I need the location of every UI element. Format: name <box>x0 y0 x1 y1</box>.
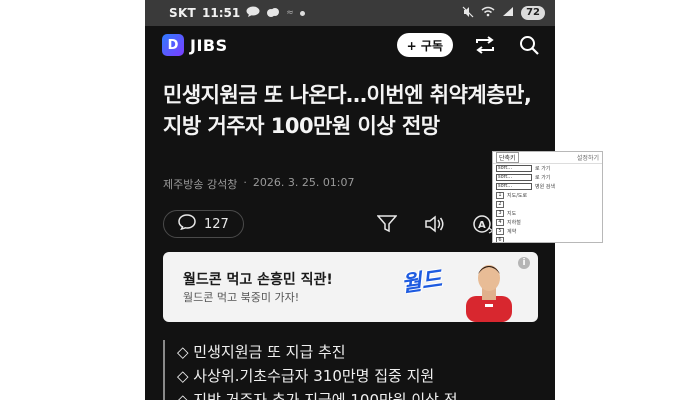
logo-name: JIBS <box>190 35 228 55</box>
svg-text:A: A <box>478 220 486 231</box>
popup-row-label: 로 가기 <box>535 166 551 172</box>
popup-input[interactable]: soft... <box>496 174 532 181</box>
app-logo[interactable]: D JIBS <box>162 34 228 56</box>
popup-row[interactable]: soft... 병원 검색 <box>493 182 602 191</box>
popup-row[interactable]: soft... 로 가기 <box>493 164 602 173</box>
meta-separator: · <box>243 176 247 189</box>
subscribe-button[interactable]: + 구독 <box>396 33 453 57</box>
battery-indicator: 72 <box>521 6 545 20</box>
message-icon <box>246 6 260 20</box>
ad-brand-logo: 월드 <box>399 267 444 298</box>
popup-header: 단축키 설정하기 <box>493 152 602 164</box>
shortcut-popup: 단축키 설정하기 soft... 로 가기 soft... 로 가기 soft.… <box>492 151 603 243</box>
ad-info-icon[interactable]: i <box>518 257 530 269</box>
popup-key: 1 <box>496 192 504 199</box>
popup-key: 3 <box>496 210 504 217</box>
popup-row[interactable]: 1 지도/도로 <box>493 191 602 200</box>
popup-settings-link[interactable]: 설정하기 <box>577 153 599 162</box>
wifi-icon <box>481 6 495 20</box>
notification-dot-icon <box>299 10 305 16</box>
summary-item: ◇ 민생지원금 또 지급 추진 <box>177 343 346 361</box>
popup-row-label: 로 가기 <box>535 175 551 181</box>
popup-row[interactable]: 4 지하철 <box>493 218 602 227</box>
popup-row[interactable]: soft... 로 가기 <box>493 173 602 182</box>
signal-icon <box>502 6 514 20</box>
summary-list: ◇ 민생지원금 또 지급 추진 ◇ 사상위.기초수급자 310만명 집중 지원 … <box>163 340 543 400</box>
article-meta: 제주방송 강석창 · 2026. 3. 25. 01:07 <box>163 176 355 192</box>
ad-title: 월드콘 먹고 손흥민 직관! <box>183 272 333 288</box>
popup-key: 6 <box>496 237 504 242</box>
comment-count: 127 <box>204 216 229 232</box>
summary-filter-icon[interactable] <box>375 212 399 236</box>
ad-athlete-image <box>452 260 526 322</box>
popup-row[interactable]: 5 계약 <box>493 227 602 236</box>
wave-icon: ≈ <box>286 8 294 18</box>
search-icon[interactable] <box>517 33 541 57</box>
ad-subtitle: 월드콘 먹고 북중미 가자! <box>183 291 300 304</box>
carrier-label: SKT <box>169 6 197 20</box>
summary-item: ◇ 지방 거주자 추가 지급에 100만원 이상 전 <box>177 391 458 400</box>
app-bar: D JIBS + 구독 <box>145 26 555 64</box>
logo-mark-icon: D <box>162 34 184 56</box>
status-bar: SKT 11:51 ≈ 72 <box>145 0 555 26</box>
popup-row-label: 지도/도로 <box>507 193 528 199</box>
popup-row[interactable]: 3 지도 <box>493 209 602 218</box>
article-source[interactable]: 제주방송 강석창 <box>163 176 237 192</box>
clock: 11:51 <box>202 6 241 20</box>
article-date: 2026. 3. 25. 01:07 <box>252 176 355 189</box>
popup-input[interactable]: soft... <box>496 165 532 172</box>
popup-row[interactable]: 2 <box>493 200 602 209</box>
share-icon[interactable] <box>473 33 497 57</box>
mute-icon <box>462 6 474 21</box>
popup-key: 5 <box>496 228 504 235</box>
text-to-speech-icon[interactable] <box>423 212 447 236</box>
comments-button[interactable]: 127 <box>163 210 244 238</box>
popup-input[interactable]: soft... <box>496 183 532 190</box>
article-toolbar: 127 A 가+ <box>163 210 543 238</box>
popup-row-label: 병원 검색 <box>535 184 555 190</box>
popup-row-label: 지하철 <box>507 220 521 226</box>
advertisement-banner[interactable]: 월드콘 먹고 손흥민 직관! 월드콘 먹고 북중미 가자! 월드 i <box>163 252 538 322</box>
popup-row[interactable]: 6 <box>493 236 602 242</box>
popup-title: 단축키 <box>496 152 519 163</box>
popup-row-label: 계약 <box>507 229 517 235</box>
popup-key: 4 <box>496 219 504 226</box>
popup-key: 2 <box>496 201 504 208</box>
summary-item: ◇ 사상위.기초수급자 310만명 집중 지원 <box>177 367 435 385</box>
cloud-icon <box>266 6 280 20</box>
article-headline: 민생지원금 또 나온다…이번엔 취약계층만, 지방 거주자 100만원 이상 전… <box>163 83 532 138</box>
popup-row-label: 지도 <box>507 211 517 217</box>
comment-icon <box>178 214 196 234</box>
